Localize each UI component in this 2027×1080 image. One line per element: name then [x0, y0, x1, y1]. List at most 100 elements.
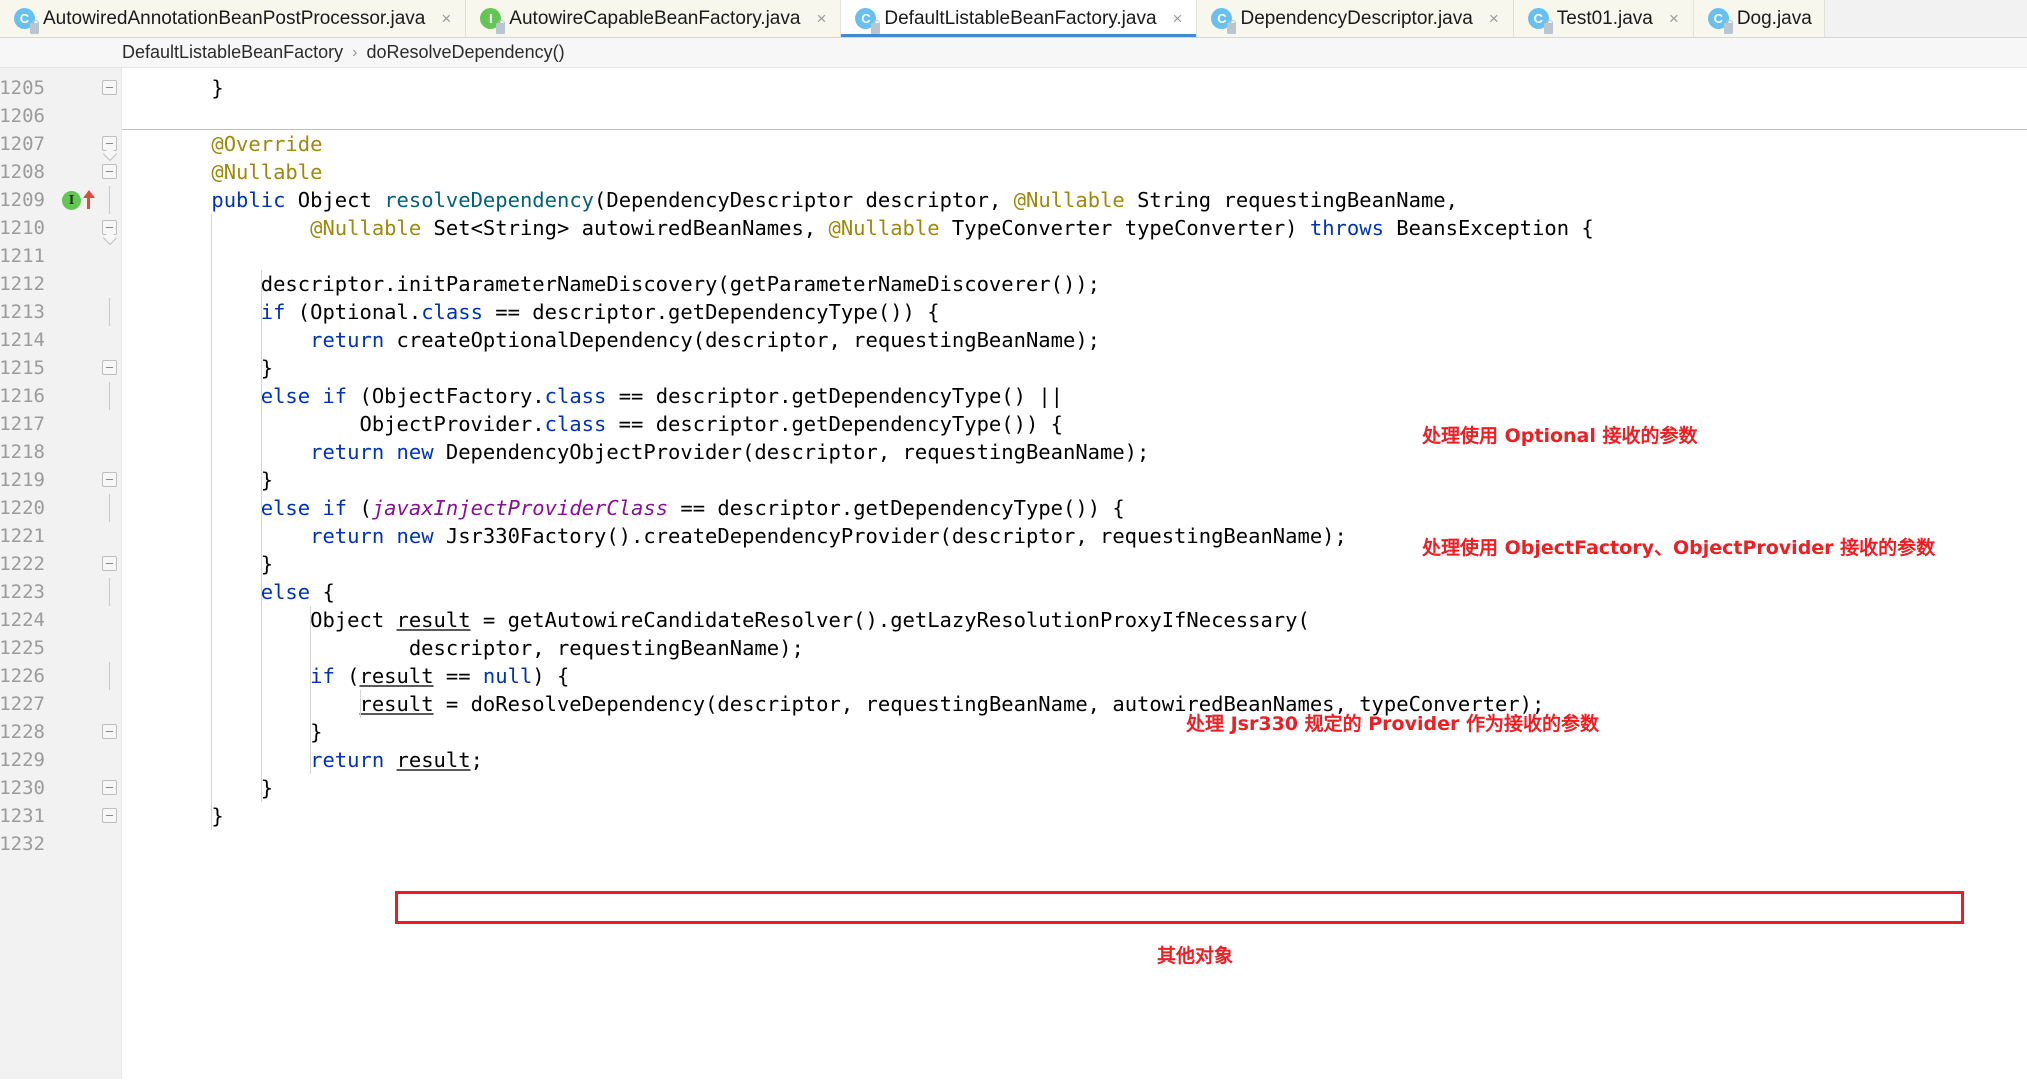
breadcrumb-item-class[interactable]: DefaultListableBeanFactory	[122, 42, 343, 63]
override-up-arrow-icon[interactable]	[83, 190, 95, 210]
code-token: createOptionalDependency(descriptor, req…	[384, 328, 1101, 352]
fold-collapse-icon[interactable]	[102, 164, 117, 179]
code-token: class	[544, 384, 607, 408]
fold-marker[interactable]	[100, 298, 118, 326]
code-line[interactable]: Object result = getAutowireCandidateReso…	[162, 606, 1310, 634]
code-line[interactable]: @Nullable Set<String> autowiredBeanNames…	[162, 214, 1594, 242]
fold-marker[interactable]	[100, 774, 118, 802]
close-icon[interactable]: ×	[814, 10, 828, 27]
fold-marker[interactable]	[100, 186, 118, 214]
code-line[interactable]: return result;	[162, 746, 483, 774]
fold-collapse-icon[interactable]	[102, 556, 117, 571]
code-line[interactable]: else {	[162, 578, 335, 606]
line-number: 1222	[0, 553, 45, 575]
code-token: BeansException {	[1383, 216, 1594, 240]
code-line[interactable]: }	[162, 466, 273, 494]
fold-guide-line	[109, 186, 110, 214]
line-number: 1216	[0, 385, 45, 407]
close-icon[interactable]: ×	[1171, 10, 1185, 27]
close-icon[interactable]: ×	[439, 10, 453, 27]
line-number: 1232	[0, 833, 45, 855]
fold-collapse-icon[interactable]	[102, 472, 117, 487]
fold-marker[interactable]	[100, 354, 118, 382]
editor-tab-5[interactable]: CDog.java×	[1693, 0, 1825, 37]
fold-marker[interactable]	[100, 466, 118, 494]
fold-guide-line	[109, 662, 110, 690]
code-line[interactable]: @Nullable	[162, 158, 322, 186]
code-line[interactable]: ObjectProvider.class == descriptor.getDe…	[162, 410, 1063, 438]
code-token: result	[396, 608, 471, 632]
editor-gutter[interactable]: 1204120512061207120812091210121112121213…	[0, 68, 122, 1079]
breadcrumb-item-method[interactable]: doResolveDependency()	[366, 42, 564, 63]
code-line[interactable]: }	[162, 774, 273, 802]
fold-collapse-icon[interactable]	[102, 360, 117, 375]
fold-marker[interactable]	[100, 802, 118, 830]
editor-tab-4[interactable]: C Test01.java ×	[1513, 0, 1694, 37]
code-line[interactable]: if (result == null) {	[162, 662, 569, 690]
code-token: return new	[310, 524, 434, 548]
class-file-icon: C	[14, 8, 39, 34]
code-line[interactable]: descriptor.initParameterNameDiscovery(ge…	[162, 270, 1100, 298]
code-line[interactable]: @Override	[162, 130, 322, 158]
code-token: }	[162, 76, 224, 100]
code-line[interactable]: if (Optional.class == descriptor.getDepe…	[162, 298, 940, 326]
implements-method-gutter-icon[interactable]: I	[62, 186, 95, 214]
editor-tab-label: AutowiredAnnotationBeanPostProcessor.jav…	[43, 7, 426, 29]
editor-tab-0[interactable]: C AutowiredAnnotationBeanPostProcessor.ja…	[0, 0, 467, 37]
fold-marker[interactable]	[100, 494, 118, 522]
fold-marker[interactable]	[100, 550, 118, 578]
code-line[interactable]: descriptor, requestingBeanName);	[162, 634, 804, 662]
code-token: ObjectProvider.	[162, 412, 545, 436]
code-token: else	[260, 580, 311, 604]
lock-icon	[1227, 20, 1237, 34]
fold-marker[interactable]	[100, 662, 118, 690]
code-token: Set<String> autowiredBeanNames,	[421, 216, 829, 240]
code-token: DependencyObjectProvider(descriptor, req…	[433, 440, 1150, 464]
code-token: }	[162, 804, 224, 828]
code-editor[interactable]: 1204120512061207120812091210121112121213…	[0, 68, 2027, 1079]
code-line[interactable]: }	[162, 550, 273, 578]
code-line[interactable]: public Object resolveDependency(Dependen…	[162, 186, 1458, 214]
fold-marker[interactable]	[100, 130, 118, 158]
editor-tab-1[interactable]: I AutowireCapableBeanFactory.java ×	[466, 0, 842, 37]
code-line[interactable]: return createOptionalDependency(descript…	[162, 326, 1100, 354]
close-icon[interactable]: ×	[1487, 10, 1501, 27]
editor-tab-2[interactable]: C DefaultListableBeanFactory.java ×	[841, 0, 1198, 37]
fold-marker[interactable]	[100, 214, 118, 242]
fold-collapse-icon[interactable]	[102, 724, 117, 739]
code-token: = getAutowireCandidateResolver().getLazy…	[470, 608, 1310, 632]
fold-marker[interactable]	[100, 158, 118, 186]
fold-collapse-icon[interactable]	[102, 808, 117, 823]
line-number: 1224	[0, 609, 45, 631]
fold-marker[interactable]	[100, 382, 118, 410]
code-line[interactable]: }	[162, 718, 322, 746]
indent-guide	[260, 270, 262, 802]
code-token: }	[162, 720, 323, 744]
fold-guide-line	[109, 494, 110, 522]
code-line[interactable]: else if (javaxInjectProviderClass == des…	[162, 494, 1125, 522]
code-line[interactable]: return new DependencyObjectProvider(desc…	[162, 438, 1149, 466]
code-line[interactable]: }	[162, 74, 224, 102]
code-line[interactable]: }	[162, 802, 224, 830]
code-line[interactable]: else if (ObjectFactory.class == descript…	[162, 382, 1063, 410]
code-token: == descriptor.getDependencyType() ||	[606, 384, 1064, 408]
fold-collapse-icon[interactable]	[102, 80, 117, 95]
fold-marker[interactable]	[100, 718, 118, 746]
line-number: 1228	[0, 721, 45, 743]
close-icon[interactable]: ×	[1667, 10, 1681, 27]
code-annotation-note-1: 处理使用 ObjectFactory、ObjectProvider 接收的参数	[1422, 537, 1936, 559]
fold-collapse-icon[interactable]	[102, 136, 117, 151]
code-token: @Nullable	[828, 216, 940, 240]
code-line[interactable]: return new Jsr330Factory().createDepende…	[162, 522, 1347, 550]
fold-collapse-icon[interactable]	[102, 780, 117, 795]
code-content[interactable]: return null; } @Override @Nullable publi…	[122, 68, 2027, 1079]
fold-collapse-icon[interactable]	[102, 220, 117, 235]
fold-marker[interactable]	[100, 74, 118, 102]
code-line[interactable]: }	[162, 354, 273, 382]
interface-implements-icon[interactable]: I	[62, 190, 81, 210]
fold-marker[interactable]	[100, 578, 118, 606]
editor-tab-3[interactable]: C DependencyDescriptor.java ×	[1197, 0, 1514, 37]
line-number: 1221	[0, 525, 45, 547]
